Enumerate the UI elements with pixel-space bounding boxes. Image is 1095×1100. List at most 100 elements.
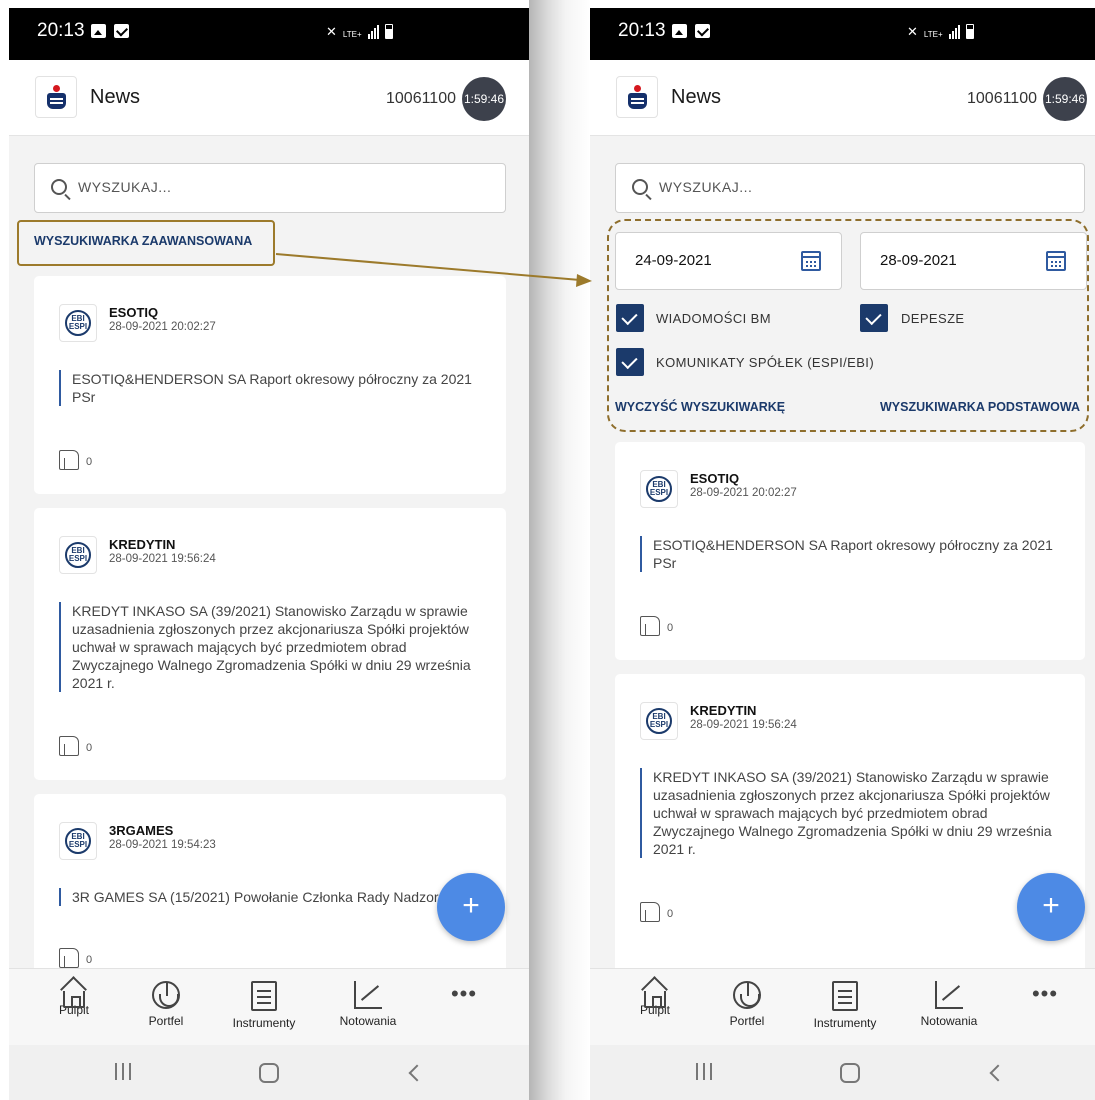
account-number: 10061100 <box>967 90 1037 107</box>
nav-label: Notowania <box>920 1014 978 1028</box>
mute-icon: ✕ <box>326 24 337 39</box>
nav-label: Instrumenty <box>232 1016 296 1030</box>
nav-item-more[interactable]: ••• <box>1000 981 1090 1014</box>
ebi-espi-icon: EBI ESPI <box>640 702 678 740</box>
like-count: 0 <box>86 456 93 468</box>
signal-icon <box>948 25 960 39</box>
image-notification-icon <box>91 24 106 38</box>
mute-icon: ✕ <box>907 24 918 39</box>
news-card[interactable]: EBI ESPI ESOTIQ 28-09-2021 20:02:27 ESOTI… <box>615 442 1085 660</box>
account-number: 10061100 <box>386 90 456 107</box>
nav-label: Portfel <box>148 1014 184 1028</box>
like-count: 0 <box>667 622 674 634</box>
app-bar: News 10061100 1:59:46 <box>9 60 529 136</box>
back-icon[interactable] <box>989 1064 1007 1082</box>
news-card[interactable]: EBI ESPI KREDYTIN 28-09-2021 19:56:24 KRE… <box>34 508 506 780</box>
news-text: 3R GAMES SA (15/2021) Powołanie Członka … <box>59 888 479 906</box>
like-count: 0 <box>667 908 674 920</box>
like-count: 0 <box>86 742 93 754</box>
nav-item-instrumenty[interactable]: Instrumenty <box>800 981 890 1030</box>
home-icon <box>63 991 85 1008</box>
news-datetime: 28-09-2021 19:54:23 <box>109 839 216 851</box>
news-datetime: 28-09-2021 19:56:24 <box>109 553 216 565</box>
checkbox-komunikaty[interactable] <box>616 348 644 376</box>
phone-screen-basic: 20:13 ✕ LTE+ News 10061100 1:59:46 WYSZU… <box>9 8 529 1100</box>
ebi-espi-icon: EBI ESPI <box>59 536 97 574</box>
like-icon[interactable] <box>59 948 79 968</box>
date-from-field[interactable]: 24-09-2021 <box>615 232 842 290</box>
nav-item-notowania[interactable]: Notowania <box>904 981 994 1028</box>
news-text: KREDYT INKASO SA (39/2021) Stanowisko Za… <box>59 602 479 692</box>
like-icon[interactable] <box>640 902 660 922</box>
bottom-nav: Pulpit Portfel Instrumenty Notowania ••• <box>9 968 529 1045</box>
image-notification-icon <box>672 24 687 38</box>
calendar-icon[interactable] <box>1046 251 1066 271</box>
nav-item-pulpit[interactable]: Pulpit <box>610 981 700 1017</box>
ebi-espi-icon: EBI ESPI <box>59 304 97 342</box>
list-icon <box>832 981 858 1011</box>
nav-item-pulpit[interactable]: Pulpit <box>29 981 119 1017</box>
news-card[interactable]: EBI ESPI ESOTIQ 28-09-2021 20:02:27 ESOTI… <box>34 276 506 494</box>
checkbox-label: WIADOMOŚCI BM <box>656 311 771 326</box>
search-input[interactable]: WYSZUKAJ... <box>615 163 1085 213</box>
calendar-icon[interactable] <box>801 251 821 271</box>
list-icon <box>251 981 277 1011</box>
network-type: LTE+ <box>342 30 362 39</box>
clear-search-link[interactable]: WYCZYŚĆ WYSZUKIWARKĘ <box>615 400 785 414</box>
news-text: ESOTIQ&HENDERSON SA Raport okresowy półr… <box>59 370 479 406</box>
search-placeholder: WYSZUKAJ... <box>78 179 172 195</box>
company-name: 3RGAMES <box>109 823 174 838</box>
checkbox-wiadomosci-bm[interactable] <box>616 304 644 332</box>
company-name: ESOTIQ <box>109 305 159 320</box>
basic-search-link[interactable]: WYSZUKIWARKA PODSTAWOWA <box>880 400 1080 414</box>
badge-espi: ESPI <box>68 840 88 849</box>
signal-icon <box>367 25 379 39</box>
search-placeholder: WYSZUKAJ... <box>659 179 753 195</box>
news-datetime: 28-09-2021 19:56:24 <box>690 719 797 731</box>
nav-item-notowania[interactable]: Notowania <box>323 981 413 1028</box>
like-icon[interactable] <box>640 616 660 636</box>
badge-espi: ESPI <box>68 322 88 331</box>
nav-item-portfel[interactable]: Portfel <box>121 981 211 1028</box>
battery-icon <box>384 24 393 39</box>
home-icon <box>644 991 666 1008</box>
news-card[interactable]: EBI ESPI 3RGAMES 28-09-2021 19:54:23 3R G… <box>34 794 506 984</box>
add-fab-button[interactable]: + <box>1017 873 1085 941</box>
nav-label: Instrumenty <box>813 1016 877 1030</box>
home-button-icon[interactable] <box>259 1063 279 1083</box>
company-name: ESOTIQ <box>690 471 740 486</box>
date-to-field[interactable]: 28-09-2021 <box>860 232 1087 290</box>
news-card[interactable]: EBI ESPI KREDYTIN 28-09-2021 19:56:24 KRE… <box>615 674 1085 974</box>
page-title: News <box>671 86 722 108</box>
pie-chart-icon <box>152 981 180 1009</box>
ebi-espi-icon: EBI ESPI <box>640 470 678 508</box>
session-timer[interactable]: 1:59:46 <box>462 77 506 121</box>
news-datetime: 28-09-2021 20:02:27 <box>690 487 797 499</box>
nav-item-more[interactable]: ••• <box>419 981 509 1014</box>
recent-apps-icon[interactable] <box>696 1063 712 1080</box>
page-title: News <box>90 86 141 108</box>
bottom-nav: Pulpit Portfel Instrumenty Notowania ••• <box>590 968 1095 1045</box>
screenshot-gap <box>529 0 590 1100</box>
nav-label: Portfel <box>729 1014 765 1028</box>
recent-apps-icon[interactable] <box>115 1063 131 1080</box>
status-bar: 20:13 ✕ LTE+ <box>9 8 529 60</box>
like-icon[interactable] <box>59 736 79 756</box>
like-count: 0 <box>86 954 93 966</box>
back-icon[interactable] <box>408 1064 426 1082</box>
line-chart-icon <box>354 981 382 1009</box>
search-icon <box>632 179 648 195</box>
search-input[interactable]: WYSZUKAJ... <box>34 163 506 213</box>
home-button-icon[interactable] <box>840 1063 860 1083</box>
add-fab-button[interactable]: + <box>437 873 505 941</box>
like-icon[interactable] <box>59 450 79 470</box>
ebi-espi-icon: EBI ESPI <box>59 822 97 860</box>
system-nav-bar <box>590 1045 1095 1100</box>
date-from-value: 24-09-2021 <box>635 252 712 269</box>
nav-item-portfel[interactable]: Portfel <box>702 981 792 1028</box>
checkbox-depesze[interactable] <box>860 304 888 332</box>
nav-label: Notowania <box>339 1014 397 1028</box>
nav-item-instrumenty[interactable]: Instrumenty <box>219 981 309 1030</box>
session-timer[interactable]: 1:59:46 <box>1043 77 1087 121</box>
status-time: 20:13 <box>37 20 85 41</box>
